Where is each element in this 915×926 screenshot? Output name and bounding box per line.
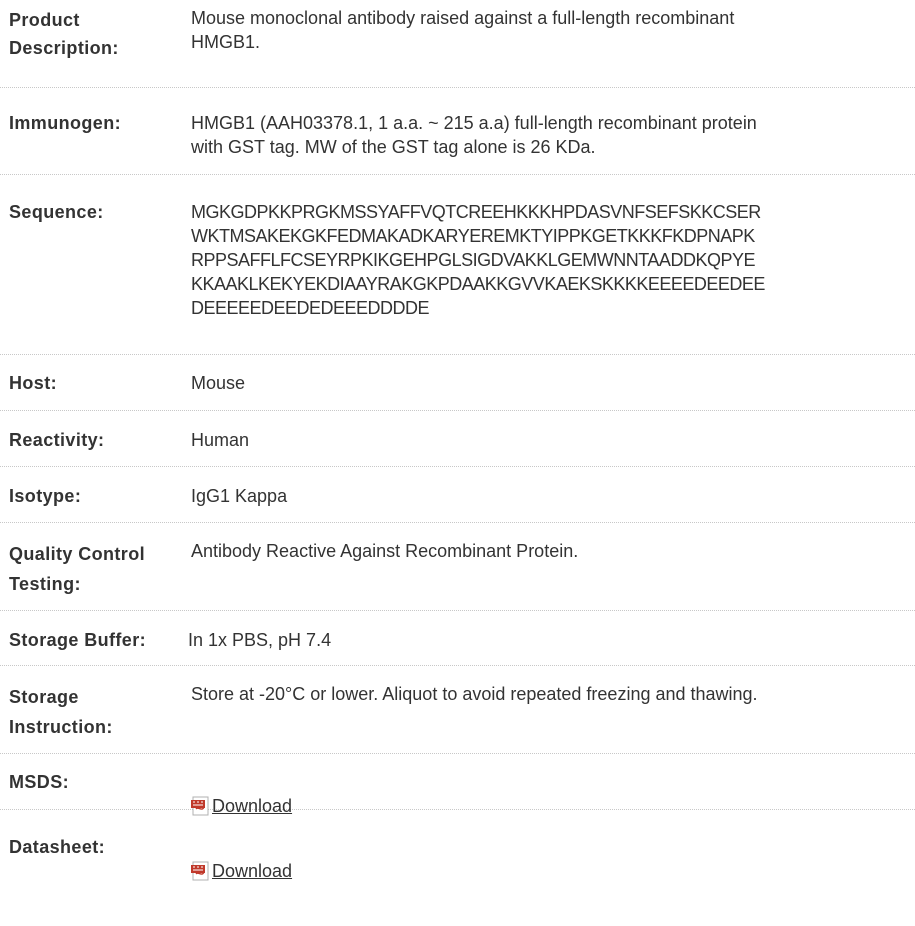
value-reactivity: Human xyxy=(191,430,250,450)
value-sequence: MGKGDPKKPRGKMSSYAFFVQTCREEHKKKHPDASVNFSE… xyxy=(191,202,765,318)
msds-download-text[interactable]: Download xyxy=(212,794,292,818)
msds-download-link[interactable]: Download xyxy=(191,794,292,818)
value-msds: Download xyxy=(180,770,915,816)
row-msds: MSDS: Download xyxy=(0,754,915,816)
datasheet-download-link[interactable]: Download xyxy=(191,859,292,883)
datasheet-download-text[interactable]: Download xyxy=(212,859,292,883)
row-datasheet: Datasheet: Download xyxy=(0,810,915,881)
label-immunogen: Immunogen: xyxy=(9,113,121,133)
label-storage-buffer: Storage Buffer: xyxy=(9,630,147,650)
row-storage-buffer: Storage Buffer: In 1x PBS, pH 7.4 xyxy=(0,611,915,666)
label-isotype: Isotype: xyxy=(9,486,82,506)
label-msds: MSDS: xyxy=(9,772,69,792)
label-storage-instruction: Storage Instruction: xyxy=(9,687,113,737)
value-product-description: Mouse monoclonal antibody raised against… xyxy=(191,8,735,52)
product-spec-table: Product Description: Mouse monoclonal an… xyxy=(0,0,915,881)
row-sequence: Sequence: MGKGDPKKPRGKMSSYAFFVQTCREEHKKK… xyxy=(0,175,915,355)
label-host: Host: xyxy=(9,373,57,393)
value-host: Mouse xyxy=(191,373,246,393)
value-quality-control: Antibody Reactive Against Recombinant Pr… xyxy=(191,541,579,561)
value-immunogen: HMGB1 (AAH03378.1, 1 a.a. ~ 215 a.a) ful… xyxy=(191,113,757,157)
value-storage-instruction: Store at -20°C or lower. Aliquot to avoi… xyxy=(191,684,758,704)
value-storage-buffer: In 1x PBS, pH 7.4 xyxy=(188,630,332,650)
value-isotype: IgG1 Kappa xyxy=(191,486,288,506)
row-quality-control: Quality Control Testing: Antibody Reacti… xyxy=(0,523,915,611)
row-reactivity: Reactivity: Human xyxy=(0,411,915,467)
pdf-icon xyxy=(191,861,209,881)
row-immunogen: Immunogen: HMGB1 (AAH03378.1, 1 a.a. ~ 2… xyxy=(0,88,915,175)
row-storage-instruction: Storage Instruction: Store at -20°C or l… xyxy=(0,666,915,754)
row-isotype: Isotype: IgG1 Kappa xyxy=(0,467,915,523)
label-datasheet: Datasheet: xyxy=(9,837,106,857)
label-quality-control: Quality Control Testing: xyxy=(9,544,145,594)
value-datasheet: Download xyxy=(180,835,915,881)
pdf-icon xyxy=(191,796,209,816)
label-reactivity: Reactivity: xyxy=(9,430,105,450)
row-host: Host: Mouse xyxy=(0,355,915,411)
label-sequence: Sequence: xyxy=(9,202,104,222)
label-product-description: Product Description: xyxy=(9,10,119,58)
row-product-description: Product Description: Mouse monoclonal an… xyxy=(0,0,915,88)
